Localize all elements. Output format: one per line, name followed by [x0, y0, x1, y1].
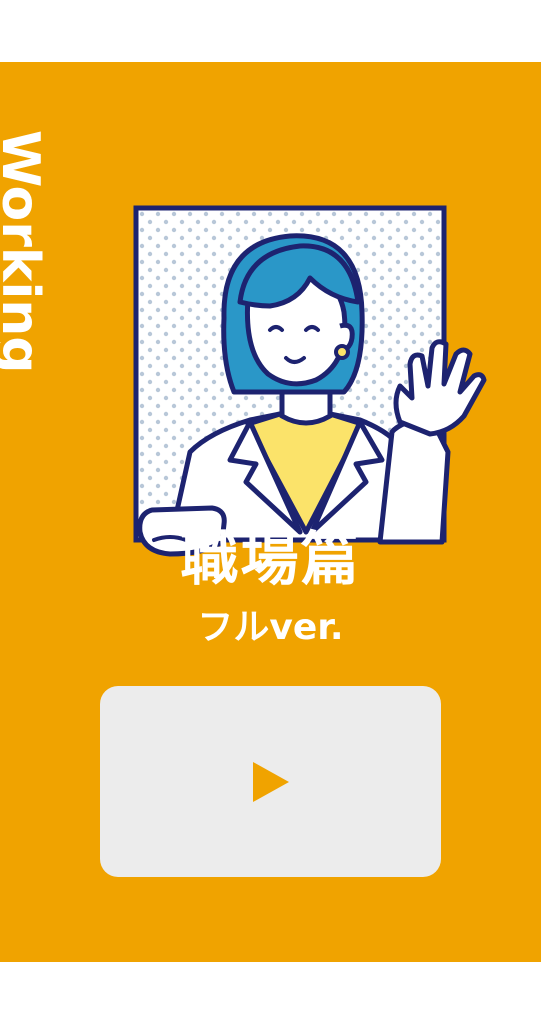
side-label: Working [0, 130, 50, 374]
play-icon[interactable] [251, 760, 291, 804]
working-card: Working 職場篇 フルver. [0, 62, 541, 962]
page-title: 職場篇 [180, 525, 361, 593]
video-player[interactable] [100, 686, 441, 877]
woman-waving-illustration [133, 205, 487, 557]
page-subtitle: フルver. [197, 607, 344, 648]
